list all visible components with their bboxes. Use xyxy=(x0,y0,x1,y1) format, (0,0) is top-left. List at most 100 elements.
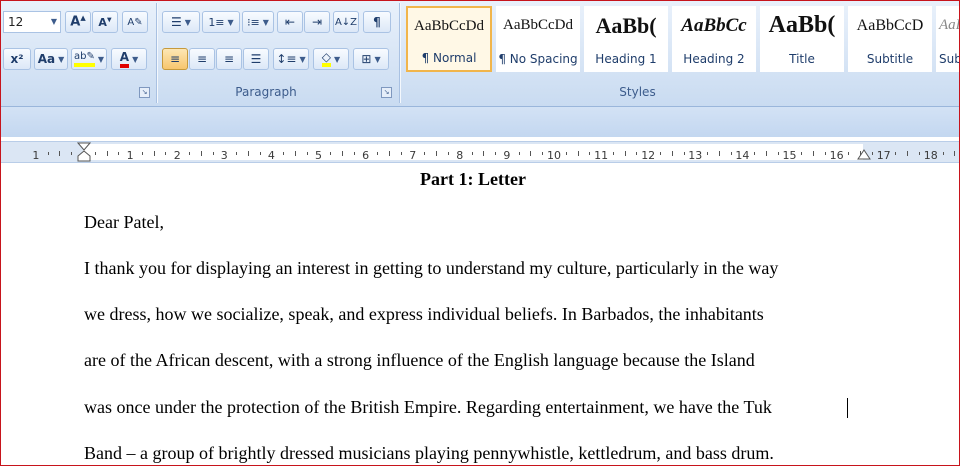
ruler-tick-mark xyxy=(872,152,873,155)
ruler-tick-mark xyxy=(95,152,96,155)
grow-font-button[interactable]: A▲ xyxy=(65,11,91,33)
ruler-tick-mark xyxy=(519,152,520,155)
shrink-font-button[interactable]: A▼ xyxy=(92,11,118,33)
increase-indent-button[interactable]: ⇥ xyxy=(304,11,330,33)
clear-formatting-button[interactable]: A✎ xyxy=(122,11,148,33)
style-heading-1[interactable]: AaBb( Heading 1 xyxy=(584,6,668,72)
ruler-tick-mark xyxy=(472,152,473,155)
align-center-button[interactable]: ≡ xyxy=(189,48,215,70)
ruler-tick-mark xyxy=(260,152,261,155)
ruler-tick-mark xyxy=(342,151,343,156)
text-highlight-button[interactable]: ab✎ ▼ xyxy=(71,48,107,70)
document-line: I thank you for displaying an interest i… xyxy=(84,258,779,278)
ruler-number: 9 xyxy=(503,149,511,162)
align-right-button[interactable]: ≡ xyxy=(216,48,242,70)
right-indent-marker-icon[interactable] xyxy=(857,146,871,160)
ruler-number: 11 xyxy=(594,149,609,162)
paragraph-dialog-launcher-icon[interactable]: ↘ xyxy=(381,87,392,98)
document-page[interactable]: Part 1: Letter Dear Patel, I thank you f… xyxy=(1,163,959,465)
ruler-number: 18 xyxy=(923,149,938,162)
ruler-number: 17 xyxy=(876,149,891,162)
bullets-button[interactable]: ☰ ▼ xyxy=(162,11,200,33)
align-left-button[interactable]: ≡ xyxy=(162,48,188,70)
ruler-tick-mark xyxy=(636,152,637,155)
ruler-tick-mark xyxy=(165,152,166,155)
ruler-number: 13 xyxy=(688,149,703,162)
style-no-spacing[interactable]: AaBbCcDd ¶ No Spacing xyxy=(496,6,580,72)
ruler-tick-mark xyxy=(248,151,249,156)
font-color-button[interactable]: A ▼ xyxy=(111,48,147,70)
ruler-tick-mark xyxy=(118,152,119,155)
ruler-number: 2 xyxy=(173,149,181,162)
ruler-tick-mark xyxy=(424,152,425,155)
style-name: Sub xyxy=(939,52,960,66)
ruler-tick-mark xyxy=(213,152,214,155)
shading-button[interactable]: ◇ ▼ xyxy=(313,48,349,70)
borders-button[interactable]: ⊞ ▼ xyxy=(353,48,389,70)
ruler-tick-mark xyxy=(589,152,590,155)
style-subtle-emphasis[interactable]: AaB Sub xyxy=(936,6,960,72)
multilevel-list-icon: ⁝≡ xyxy=(247,15,260,29)
paragraph-group-label: Paragraph xyxy=(235,85,297,99)
ruler-tick-mark xyxy=(189,152,190,155)
horizontal-ruler[interactable]: 1 1 2 3 4 5 6 7 8 9 10 11 12 13 14 15 16 17 18 xyxy=(1,141,959,163)
style-sample: AaBbCc xyxy=(681,15,747,36)
ruler-number: 3 xyxy=(220,149,228,162)
style-name: Heading 2 xyxy=(683,52,745,66)
text-cursor xyxy=(847,398,848,418)
sort-icon: A↓Z xyxy=(334,16,358,28)
window-frame: 12 ▼ A▲ A▼ A✎ x² Aa ▼ ab✎ ▼ A ▼ ↘ ☰ ▼ 1≡ ▼ ⁝≡… xyxy=(0,0,960,466)
ruler-tick-mark xyxy=(236,152,237,155)
superscript-icon: x² xyxy=(10,52,24,66)
ruler-tick-mark xyxy=(201,151,202,156)
font-size-field[interactable]: 12 ▼ xyxy=(3,11,61,33)
ruler-tick-mark xyxy=(495,152,496,155)
ruler-tick-mark xyxy=(354,152,355,155)
ruler-tick-mark xyxy=(943,152,944,155)
grow-font-icon: A▲ xyxy=(70,14,86,30)
ruler-tick-mark xyxy=(530,151,531,156)
ruler-tick-mark xyxy=(71,152,72,155)
style-heading-2[interactable]: AaBbCc Heading 2 xyxy=(672,6,756,72)
ruler-tick-mark xyxy=(660,152,661,155)
group-separator xyxy=(156,3,157,103)
document-line: Dear Patel, xyxy=(84,212,164,232)
ruler-tick-mark xyxy=(672,151,673,156)
style-title[interactable]: AaBb( Title xyxy=(760,6,844,72)
change-case-button[interactable]: Aa ▼ xyxy=(34,48,68,70)
increase-indent-icon: ⇥ xyxy=(311,15,323,29)
ruler-number: 12 xyxy=(641,149,656,162)
ruler-tick-mark xyxy=(448,152,449,155)
ruler-number: 1 xyxy=(32,149,40,162)
style-normal[interactable]: AaBbCcDd ¶ Normal xyxy=(406,6,492,72)
paint-bucket-icon: ◇ xyxy=(321,51,332,67)
numbering-button[interactable]: 1≡ ▼ xyxy=(202,11,240,33)
ruler-tick-mark xyxy=(778,152,779,155)
decrease-indent-button[interactable]: ⇤ xyxy=(277,11,303,33)
line-spacing-button[interactable]: ↕≡ ▼ xyxy=(273,48,309,70)
highlighter-icon: ab✎ xyxy=(73,51,95,67)
style-name: Subtitle xyxy=(866,52,914,66)
document-line: we dress, how we socialize, speak, and e… xyxy=(84,304,764,324)
justify-button[interactable]: ☰ xyxy=(243,48,269,70)
ruler-tick-mark xyxy=(848,152,849,155)
font-dialog-launcher-icon[interactable]: ↘ xyxy=(139,87,150,98)
multilevel-list-button[interactable]: ⁝≡ ▼ xyxy=(242,11,274,33)
style-sample: AaBbCcD xyxy=(856,17,924,34)
ruler-tick-mark xyxy=(919,152,920,155)
ruler-number: 8 xyxy=(456,149,464,162)
chevron-down-icon[interactable]: ▼ xyxy=(51,12,57,32)
sort-button[interactable]: A↓Z xyxy=(333,11,359,33)
style-subtitle[interactable]: AaBbCcD Subtitle xyxy=(848,6,932,72)
ruler-tick-mark xyxy=(954,151,955,156)
ruler-tick-mark xyxy=(330,152,331,155)
justify-icon: ☰ xyxy=(250,52,262,66)
indent-marker-icon[interactable] xyxy=(77,142,91,162)
superscript-button[interactable]: x² xyxy=(3,48,31,70)
style-sample: AaBbCcDd xyxy=(414,18,484,34)
show-formatting-marks-button[interactable]: ¶ xyxy=(363,11,391,33)
ruler-tick-mark xyxy=(566,152,567,155)
style-name: ¶ No Spacing xyxy=(498,52,578,66)
style-name: Title xyxy=(789,52,815,66)
ruler-number: 1 xyxy=(126,149,134,162)
